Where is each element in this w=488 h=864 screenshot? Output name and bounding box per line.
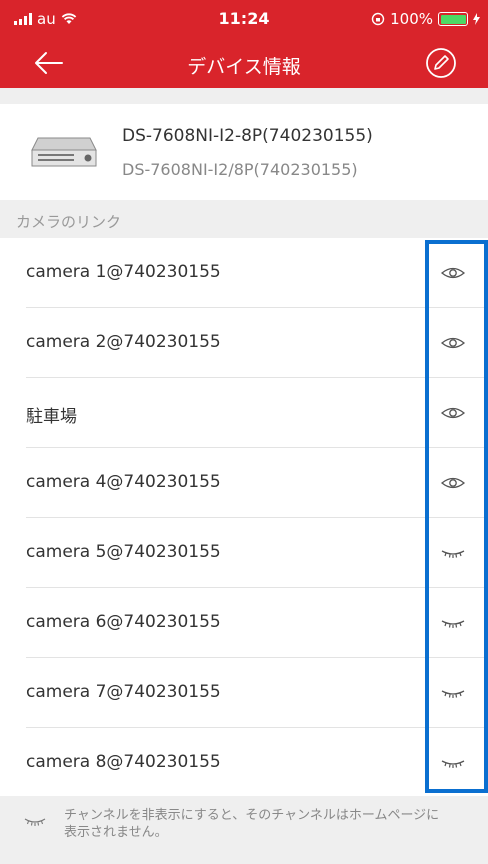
charging-icon [473, 13, 480, 25]
status-right: 100% [371, 10, 480, 28]
device-info: DS-7608NI-I2-8P(740230155) DS-7608NI-I2/… [0, 104, 488, 200]
app-header: au 11:24 100% デバイス情報 [0, 0, 488, 88]
camera-row[interactable]: camera 4@740230155 [0, 448, 488, 518]
eye-closed-icon [24, 818, 46, 826]
camera-row[interactable]: camera 1@740230155 [0, 238, 488, 308]
visibility-column-highlight [425, 240, 488, 793]
camera-label: camera 7@740230155 [26, 682, 221, 702]
camera-label: camera 4@740230155 [26, 472, 221, 492]
status-bar: au 11:24 100% [0, 0, 488, 36]
top-spacer [0, 88, 488, 104]
camera-label: 駐車場 [26, 407, 77, 427]
camera-row[interactable]: camera 2@740230155 [0, 308, 488, 378]
camera-label: camera 1@740230155 [26, 262, 221, 282]
footer-hint: チャンネルを非表示にすると、そのチャンネルはホームページに表示されません。 [0, 796, 488, 864]
camera-label: camera 6@740230155 [26, 612, 221, 632]
nav-bar: デバイス情報 [0, 40, 488, 88]
battery-percent: 100% [390, 10, 433, 28]
device-name: DS-7608NI-I2-8P(740230155) [122, 126, 373, 146]
camera-label: camera 5@740230155 [26, 542, 221, 562]
device-model: DS-7608NI-I2/8P(740230155) [122, 160, 358, 179]
camera-row[interactable]: camera 6@740230155 [0, 588, 488, 658]
section-title: カメラのリンク [16, 213, 122, 231]
camera-row[interactable]: camera 8@740230155 [0, 728, 488, 798]
hide-channel-note: チャンネルを非表示にすると、そのチャンネルはホームページに表示されません。 [64, 808, 440, 840]
camera-row[interactable]: 駐車場 [0, 378, 488, 448]
orientation-lock-icon [371, 12, 385, 26]
camera-row[interactable]: camera 7@740230155 [0, 658, 488, 728]
page-title: デバイス情報 [187, 56, 301, 78]
camera-row[interactable]: camera 5@740230155 [0, 518, 488, 588]
camera-label: camera 2@740230155 [26, 332, 221, 352]
battery-icon [438, 12, 468, 26]
camera-label: camera 8@740230155 [26, 752, 221, 772]
edit-pencil-icon[interactable] [424, 46, 458, 80]
camera-list: camera 1@740230155 camera 2@740230155 駐車… [0, 238, 488, 796]
section-header: カメラのリンク [0, 200, 488, 238]
nvr-device-icon [31, 137, 97, 167]
